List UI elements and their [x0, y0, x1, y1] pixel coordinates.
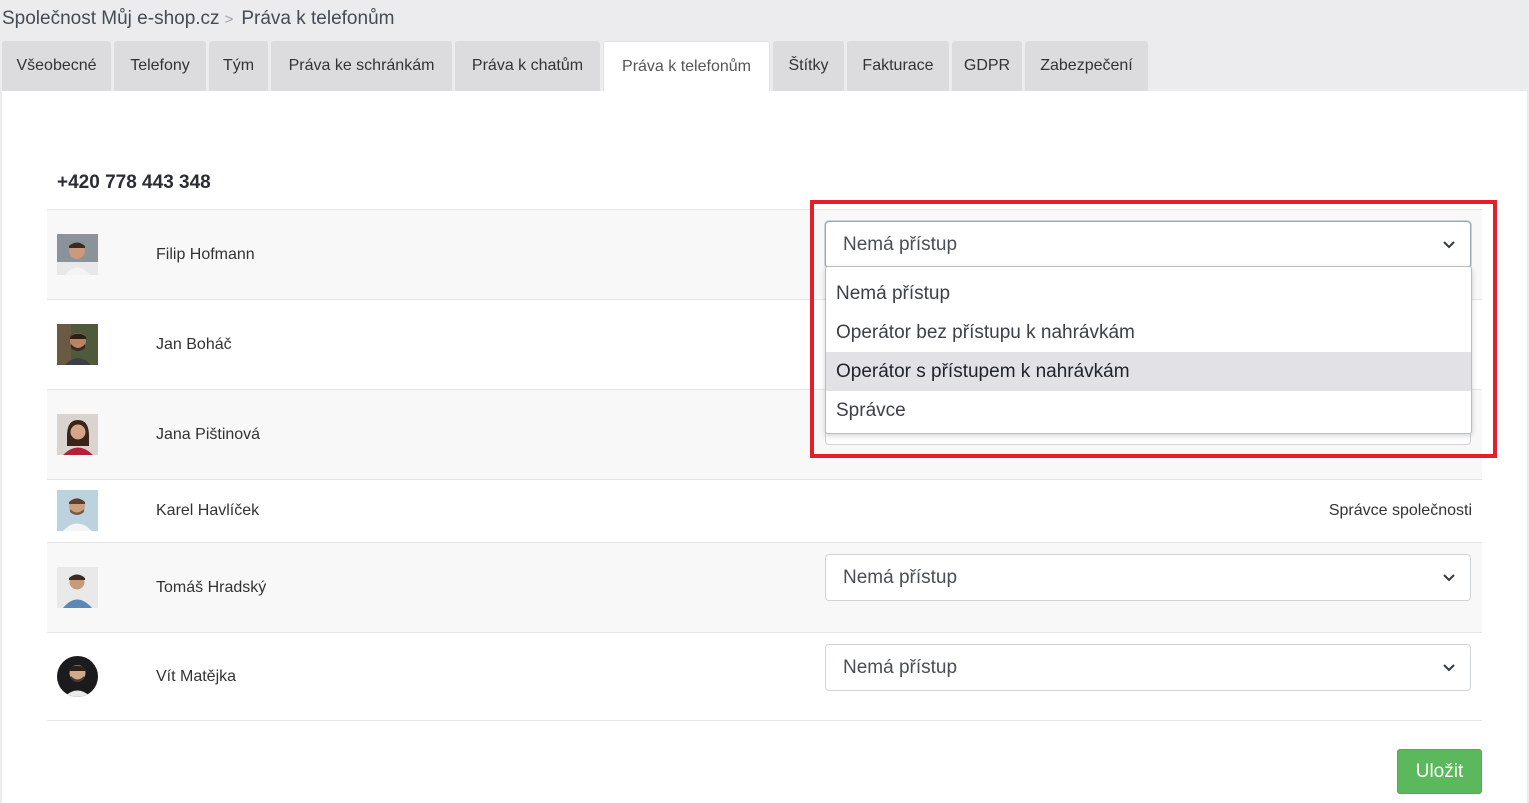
tab-vseobecne[interactable]: Všeobecné: [2, 41, 111, 91]
dropdown-option[interactable]: Nemá přístup: [826, 274, 1471, 313]
chevron-down-icon: [1443, 663, 1455, 671]
avatar: [57, 656, 98, 697]
breadcrumb: Společnost Můj e-shop.cz > Práva k telef…: [2, 6, 394, 32]
user-name: Jan Boháč: [156, 335, 232, 353]
user-name: Jana Pištinová: [156, 425, 261, 443]
save-button[interactable]: Uložit: [1397, 749, 1482, 794]
tab-stitky[interactable]: Štítky: [773, 41, 844, 91]
table-bottom-divider: [47, 720, 1482, 721]
avatar: [57, 234, 98, 275]
user-row: Karel Havlíček Správce společnosti: [47, 479, 1482, 542]
breadcrumb-parent-link[interactable]: Společnost Můj e-shop.cz: [2, 8, 220, 30]
access-dropdown-list: Nemá přístup Operátor bez přístupu k nah…: [825, 266, 1472, 434]
user-name: Filip Hofmann: [156, 245, 255, 263]
tab-telefony[interactable]: Telefony: [114, 41, 206, 91]
user-row: Tomáš Hradský Nemá přístup: [47, 542, 1482, 632]
user-name: Karel Havlíček: [156, 502, 260, 519]
access-select-value: Nemá přístup: [843, 566, 958, 588]
chevron-down-icon: [1443, 240, 1455, 248]
tab-prava-ke-schrankam[interactable]: Práva ke schránkám: [271, 41, 452, 91]
access-select[interactable]: Nemá přístup: [825, 221, 1471, 268]
access-select[interactable]: Nemá přístup: [825, 554, 1471, 601]
tab-prava-k-chatum[interactable]: Práva k chatům: [455, 41, 600, 91]
chevron-down-icon: [1443, 573, 1455, 581]
breadcrumb-separator: >: [224, 10, 234, 28]
dropdown-option-highlighted[interactable]: Operátor s přístupem k nahrávkám: [826, 352, 1471, 391]
avatar: [57, 324, 98, 365]
breadcrumb-current: Práva k telefonům: [241, 8, 395, 29]
dropdown-option[interactable]: Operátor bez přístupu k nahrávkám: [826, 313, 1471, 352]
avatar: [57, 414, 98, 455]
tab-zabezpeceni[interactable]: Zabezpečení: [1025, 41, 1148, 91]
tab-prava-k-telefonum[interactable]: Práva k telefonům: [603, 41, 770, 92]
dropdown-option[interactable]: Správce: [826, 391, 1471, 430]
settings-tabs: Všeobecné Telefony Tým Práva ke schránká…: [2, 41, 1151, 92]
access-select[interactable]: Nemá přístup: [825, 644, 1471, 691]
tab-tym[interactable]: Tým: [209, 41, 268, 91]
access-select-value: Nemá přístup: [843, 656, 958, 678]
tab-gdpr[interactable]: GDPR: [952, 41, 1022, 91]
phone-number-heading: +420 778 443 348: [57, 172, 211, 193]
access-select-value: Nemá přístup: [843, 233, 958, 255]
avatar: [57, 567, 98, 608]
tab-fakturace[interactable]: Fakturace: [847, 41, 949, 91]
user-name: Vít Matějka: [156, 667, 237, 685]
avatar: [57, 490, 98, 531]
role-label: Správce společnosti: [1328, 502, 1472, 519]
user-name: Tomáš Hradský: [156, 578, 267, 596]
user-row: Vít Matějka Nemá přístup: [47, 632, 1482, 720]
